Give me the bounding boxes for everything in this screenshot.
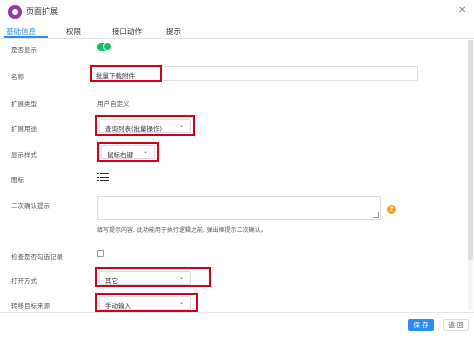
resize-grip-icon[interactable]: [373, 212, 379, 218]
check-selected-checkbox[interactable]: [97, 250, 104, 257]
icon-label: 图标: [11, 176, 24, 184]
tab-tips[interactable]: 提示: [166, 26, 181, 37]
close-icon[interactable]: ✕: [458, 5, 466, 17]
ext-type-value: 用户自定义: [97, 100, 130, 108]
tab-bar: 基础信息 权限 接口动作 提示: [0, 24, 474, 39]
open-mode-label: 打开方式: [11, 277, 37, 285]
check-selected-label: 检查是否勾选记录: [11, 253, 63, 261]
save-button[interactable]: 保 存: [408, 319, 434, 331]
tab-interface-action[interactable]: 接口动作: [112, 26, 142, 37]
highlight-box-target-source: [95, 293, 198, 312]
window-title: 页面扩展: [26, 7, 58, 16]
back-button[interactable]: 返 回: [443, 319, 469, 331]
title-bar: 页面扩展 ✕: [0, 0, 474, 24]
footer-bar: [0, 312, 474, 339]
confirm-label: 二次确认提示: [11, 202, 50, 210]
visible-toggle[interactable]: [97, 42, 112, 51]
highlight-box-name: [90, 65, 162, 82]
scrollbar-thumb[interactable]: [468, 40, 473, 260]
target-source-label: 转移目标来源: [11, 302, 50, 310]
confirm-hint: 填写提示内容, 此功能用于执行逻辑之前, 弹出框提示二次确认。: [97, 227, 267, 234]
name-label: 名称: [11, 73, 24, 81]
highlight-box-ext-use: [95, 115, 195, 136]
confirm-textarea[interactable]: [97, 196, 381, 220]
highlight-box-open-mode: [95, 267, 211, 287]
active-tab-indicator: [4, 36, 48, 38]
help-icon[interactable]: ?: [387, 205, 396, 214]
app-logo-icon: [8, 5, 22, 19]
list-icon[interactable]: [97, 172, 109, 182]
ext-use-label: 扩展用途: [11, 125, 37, 133]
scrollbar[interactable]: [468, 40, 473, 310]
visible-label: 是否显示: [11, 46, 37, 54]
display-style-label: 显示样式: [11, 151, 37, 159]
highlight-box-display-style: [97, 142, 159, 162]
ext-type-label: 扩展类型: [11, 100, 37, 108]
tab-permission[interactable]: 权限: [66, 26, 81, 37]
